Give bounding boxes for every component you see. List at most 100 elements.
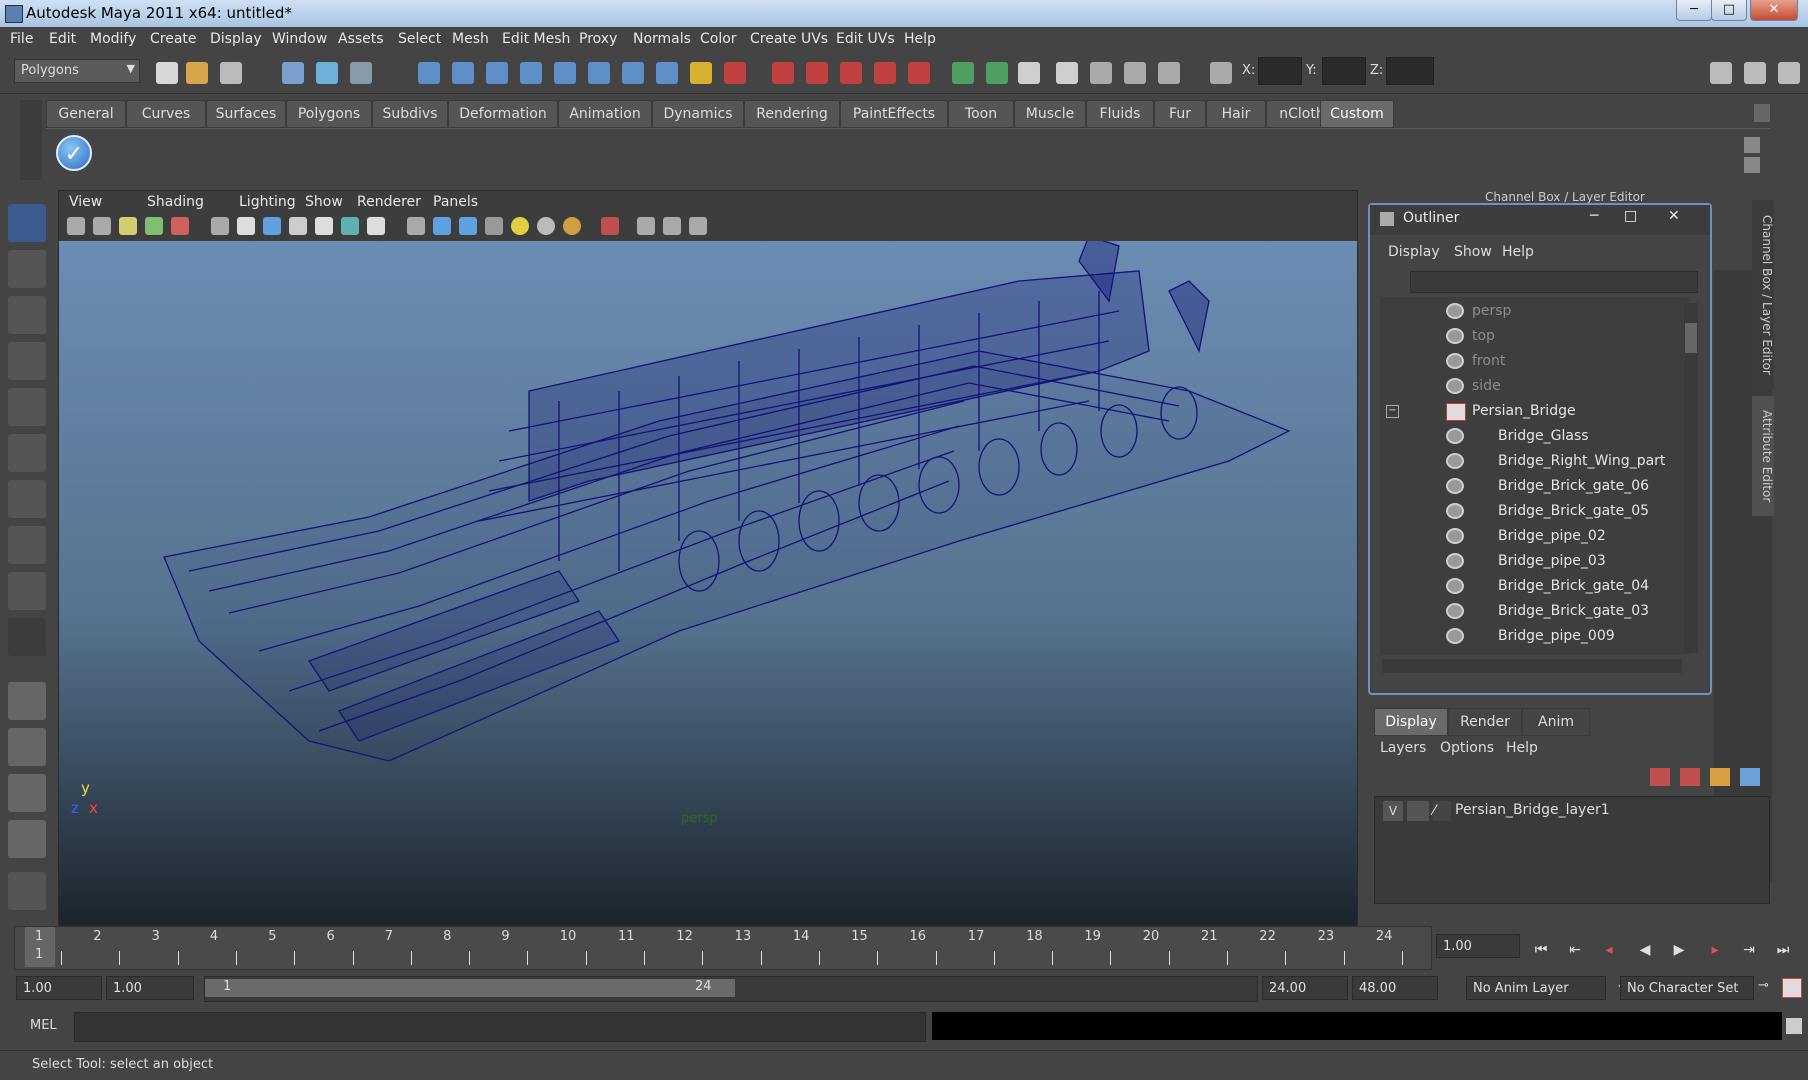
list-item[interactable]: Bridge_pipe_009 [1380,624,1680,649]
two-d-pan-zoom-icon[interactable] [171,217,189,235]
universal-manipulator-icon[interactable] [8,480,46,518]
high-quality-icon[interactable] [563,217,581,235]
smooth-shade-icon[interactable] [433,217,451,235]
select-component-icon[interactable] [350,62,372,84]
tab-display-layers[interactable]: Display [1374,708,1448,736]
gate-mask-icon[interactable] [289,217,307,235]
tab-fluids[interactable]: Fluids [1086,100,1154,128]
menu-mesh[interactable]: Mesh [452,31,489,47]
ipr-render-icon[interactable] [806,62,828,84]
menu-normals[interactable]: Normals [633,31,691,47]
playback-start-field[interactable]: 1.00 [106,976,194,1000]
anim-layer-dropdown[interactable]: No Anim Layer ▽ [1466,976,1627,1000]
menu-select[interactable]: Select [398,31,441,47]
paint-select-tool-icon[interactable] [8,296,46,334]
field-chart-icon[interactable] [315,217,333,235]
lock-icon[interactable] [690,62,712,84]
close-button[interactable]: ✕ [1750,0,1798,21]
collapse-icon[interactable]: − [1386,405,1399,418]
multi-icon[interactable] [1158,62,1180,84]
move-tool-icon[interactable] [8,342,46,380]
scale-tool-icon[interactable] [8,434,46,472]
tab-muscle[interactable]: Muscle [1014,100,1086,128]
soft-mod-tool-icon[interactable] [8,526,46,564]
layer-color-swatch[interactable]: ⁄ [1433,801,1451,821]
anim-prefs-icon[interactable] [1782,978,1802,998]
clipboard-icon[interactable] [1018,62,1040,84]
graph-persp-layout-icon[interactable] [8,820,46,858]
script-editor-icon[interactable] [1786,1018,1802,1034]
outliner-menu-help[interactable]: Help [1502,244,1534,260]
step-forward-key-icon[interactable]: ⇥ [1736,940,1762,960]
range-slider[interactable]: 1 24 [204,976,1258,1002]
components-icon[interactable] [1124,62,1146,84]
scene-icon[interactable] [1056,62,1078,84]
persp-viewport[interactable]: View Shading Lighting Show Renderer Pane… [58,190,1358,926]
new-scene-icon[interactable] [156,62,178,84]
command-input[interactable] [74,1012,926,1042]
end-time-field[interactable]: 48.00 [1352,976,1438,1000]
single-view-layout-icon[interactable] [8,682,46,720]
menu-modify[interactable]: Modify [90,31,136,47]
layer-menu-help[interactable]: Help [1506,740,1538,756]
y-input[interactable] [1322,57,1366,85]
outliner-vertical-scrollbar[interactable] [1684,303,1698,653]
select-tool-icon[interactable] [8,204,46,242]
play-forward-icon[interactable]: ▶ [1666,940,1692,960]
outliner-minimize-button[interactable]: ─ [1590,208,1598,224]
bookmark-icon[interactable] [93,217,111,235]
menu-window[interactable]: Window [272,31,327,47]
safe-title-icon[interactable] [367,217,385,235]
toggle-channel-box-icon[interactable] [1778,62,1800,84]
viewport-menu-renderer[interactable]: Renderer [357,194,421,210]
outliner-horizontal-scrollbar[interactable] [1382,659,1682,673]
layer-name[interactable]: Persian_Bridge_layer1 [1455,802,1610,818]
camera-attributes-icon[interactable] [67,217,85,235]
play-backward-icon[interactable]: ◀ [1632,940,1658,960]
layer-visibility-toggle[interactable]: V [1383,801,1403,821]
list-item[interactable]: Bridge_Right_Wing_part [1380,449,1680,474]
list-item[interactable]: Bridge_pipe_03 [1380,549,1680,574]
lasso-tool-icon[interactable] [8,250,46,288]
use-all-lights-icon[interactable] [511,217,529,235]
menu-edit-mesh[interactable]: Edit Mesh [502,31,570,47]
snap-view-icon[interactable] [588,62,610,84]
tab-custom[interactable]: Custom [1320,100,1394,128]
list-item[interactable]: Bridge_Brick_gate_05 [1380,499,1680,524]
shadows-icon[interactable] [537,217,555,235]
menu-display[interactable]: Display [210,31,262,47]
list-item[interactable]: front [1380,349,1680,374]
side-tab-channel-box[interactable]: Channel Box / Layer Editor [1752,200,1774,390]
outliner-maximize-button[interactable]: □ [1624,208,1637,224]
textured-icon[interactable] [485,217,503,235]
move-layer-up-icon[interactable] [1710,768,1730,786]
layer-row[interactable]: V ⁄ Persian_Bridge_layer1 [1379,801,1769,825]
range-slider-bar[interactable]: 1 24 [205,979,735,997]
step-back-frame-icon[interactable]: ◂ [1596,940,1622,960]
snap-surface-icon[interactable] [554,62,576,84]
snap-curve-icon[interactable] [452,62,474,84]
shelf-scroll-down-icon[interactable] [1744,157,1760,173]
menu-color[interactable]: Color [700,31,737,47]
minimize-button[interactable]: ─ [1676,0,1712,21]
toggle-attribute-editor-icon[interactable] [1710,62,1732,84]
menu-edit[interactable]: Edit [49,31,76,47]
tab-subdivs[interactable]: Subdivs [372,100,448,128]
wireframe-icon[interactable] [407,217,425,235]
viewport-menu-lighting[interactable]: Lighting [239,194,296,210]
menuset-dropdown[interactable]: Polygons ▼ [14,59,140,83]
toggle-tool-settings-icon[interactable] [1744,62,1766,84]
resolution-gate-icon[interactable] [263,217,281,235]
shelf-options[interactable] [20,100,42,180]
transform-mode-icon[interactable] [1210,62,1232,84]
tab-hair[interactable]: Hair [1206,100,1266,128]
share-icon[interactable] [689,217,707,235]
wireframe-on-shaded-icon[interactable] [459,217,477,235]
tab-toon[interactable]: Toon [948,100,1014,128]
output-icon[interactable] [986,62,1008,84]
viewport-menu-view[interactable]: View [69,194,102,210]
film-gate-icon[interactable] [237,217,255,235]
side-tab-attribute-editor[interactable]: Attribute Editor [1752,396,1774,516]
tab-animation[interactable]: Animation [558,100,652,128]
playback-end-field[interactable]: 24.00 [1262,976,1348,1000]
